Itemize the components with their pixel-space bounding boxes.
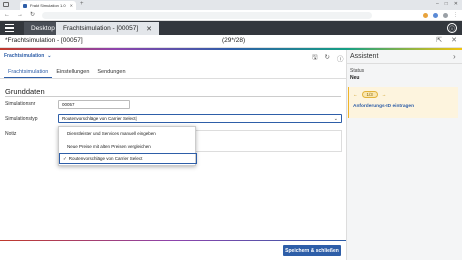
tab-einstellungen[interactable]: Einstellungen bbox=[52, 67, 93, 78]
simulationstyp-value: Routenvorschläge von Carrier Select| bbox=[62, 116, 137, 121]
maximize-icon[interactable]: □ bbox=[445, 1, 448, 7]
context-selector[interactable]: Frachtsimulation ⌄ bbox=[4, 53, 52, 59]
pager-badge: 1/3 bbox=[361, 91, 378, 98]
section-divider bbox=[5, 96, 341, 97]
dropdown-option-label: Neue Preise mit alten Preisen vergleiche… bbox=[67, 144, 151, 149]
tab-sendungen[interactable]: Sendungen bbox=[93, 67, 129, 78]
checkmark-icon: ✓ bbox=[63, 155, 67, 161]
new-tab-button[interactable]: + bbox=[80, 1, 84, 7]
chevron-right-icon[interactable]: › bbox=[453, 52, 456, 61]
simulationsnr-field[interactable]: 00057 bbox=[58, 100, 130, 109]
dropdown-option[interactable]: Neue Preise mit alten Preisen vergleiche… bbox=[59, 141, 197, 152]
page-title: *Frachtsimulation - [00057] bbox=[5, 37, 83, 44]
tab-desktop-label: Desktop bbox=[31, 25, 55, 32]
assistant-panel bbox=[346, 50, 462, 260]
context-label: Frachtsimulation bbox=[4, 53, 45, 59]
simulationstyp-label: Simulationstyp bbox=[5, 116, 38, 122]
close-icon[interactable]: ✕ bbox=[451, 36, 457, 44]
status-label: Status bbox=[350, 68, 365, 74]
tab-frachtsimulation[interactable]: Frachtsimulation - [00057] ✕ bbox=[56, 22, 160, 35]
browser-tab-title: Frakt Simulation 1.0 bbox=[30, 3, 66, 8]
close-window-icon[interactable]: ✕ bbox=[454, 1, 458, 7]
tabs-divider bbox=[0, 78, 346, 79]
form-toolbar: 🖫 ↻ ⓘ bbox=[312, 53, 344, 64]
record-counter: (29*/28) bbox=[222, 37, 246, 44]
tab-frachtsimulation-form[interactable]: Frachtsimulation bbox=[4, 67, 53, 78]
assistant-title: Assistent bbox=[350, 53, 379, 60]
title-actions: ⇱ ✕ bbox=[436, 36, 457, 44]
arrow-left-icon[interactable]: ← bbox=[353, 92, 358, 97]
save-icon[interactable]: 🖫 bbox=[312, 53, 318, 64]
minimize-icon[interactable]: ‒ bbox=[436, 1, 439, 7]
dropdown-option-selected[interactable]: ✓ Routenvorschläge von Carrier Select bbox=[59, 153, 197, 164]
browser-extensions: ⋮ bbox=[423, 11, 458, 20]
window-controls: ‒ □ ✕ bbox=[436, 1, 458, 7]
profile-icon[interactable] bbox=[443, 13, 448, 18]
arrow-right-icon[interactable]: → bbox=[382, 92, 387, 97]
assistant-link[interactable]: Anforderungs-ID eintragen bbox=[353, 104, 414, 109]
assistant-pager: ← 1/3 → bbox=[353, 91, 386, 98]
browser-tab[interactable]: Frakt Simulation 1.0 ✕ bbox=[20, 1, 76, 10]
status-value: Neu bbox=[350, 75, 360, 81]
form-tabs: Frachtsimulation Einstellungen Sendungen bbox=[4, 67, 130, 78]
help-icon[interactable]: ⓘ bbox=[337, 53, 344, 64]
close-tab-icon[interactable]: ✕ bbox=[70, 3, 73, 8]
forward-icon[interactable]: → bbox=[17, 11, 23, 20]
favicon-icon bbox=[23, 3, 27, 8]
assistant-divider bbox=[347, 63, 462, 64]
open-external-icon[interactable]: ⇱ bbox=[436, 36, 442, 44]
browser-nav: ← → ↻ bbox=[4, 11, 35, 20]
tab-list-icon[interactable] bbox=[3, 2, 9, 7]
simulationsnr-label: Simulationsnr bbox=[5, 101, 36, 107]
info-circle-icon[interactable]: ⓘ bbox=[447, 23, 457, 33]
tab-frachtsimulation-label: Frachtsimulation - [00057] bbox=[63, 25, 139, 32]
chevron-down-icon: ⌄ bbox=[333, 116, 338, 122]
chevron-down-icon: ⌄ bbox=[47, 53, 52, 59]
extension-icon[interactable] bbox=[423, 13, 428, 18]
simulationstyp-select[interactable]: Routenvorschläge von Carrier Select| ⌄ bbox=[58, 114, 342, 123]
url-field[interactable] bbox=[42, 12, 372, 19]
section-title: Grunddaten bbox=[5, 87, 45, 96]
back-icon[interactable]: ← bbox=[4, 11, 10, 20]
notiz-label: Notiz bbox=[5, 131, 17, 137]
hamburger-icon[interactable] bbox=[5, 24, 14, 32]
more-menu-icon[interactable]: ⋮ bbox=[453, 11, 458, 20]
footer-divider bbox=[0, 240, 346, 241]
refresh-icon[interactable]: ↻ bbox=[325, 53, 330, 64]
save-and-close-button[interactable]: Speichern & schließen bbox=[283, 245, 341, 256]
extension-icon[interactable] bbox=[433, 13, 438, 18]
close-tab-icon[interactable]: ✕ bbox=[146, 25, 152, 33]
dropdown-option-label: Dienstleister und Services manuell einge… bbox=[67, 131, 156, 136]
dropdown-option-label: Routenvorschläge von Carrier Select bbox=[68, 156, 143, 161]
reload-icon[interactable]: ↻ bbox=[30, 11, 35, 20]
simulationstyp-dropdown: Dienstleister und Services manuell einge… bbox=[58, 126, 197, 166]
dropdown-option[interactable]: Dienstleister und Services manuell einge… bbox=[59, 128, 197, 139]
